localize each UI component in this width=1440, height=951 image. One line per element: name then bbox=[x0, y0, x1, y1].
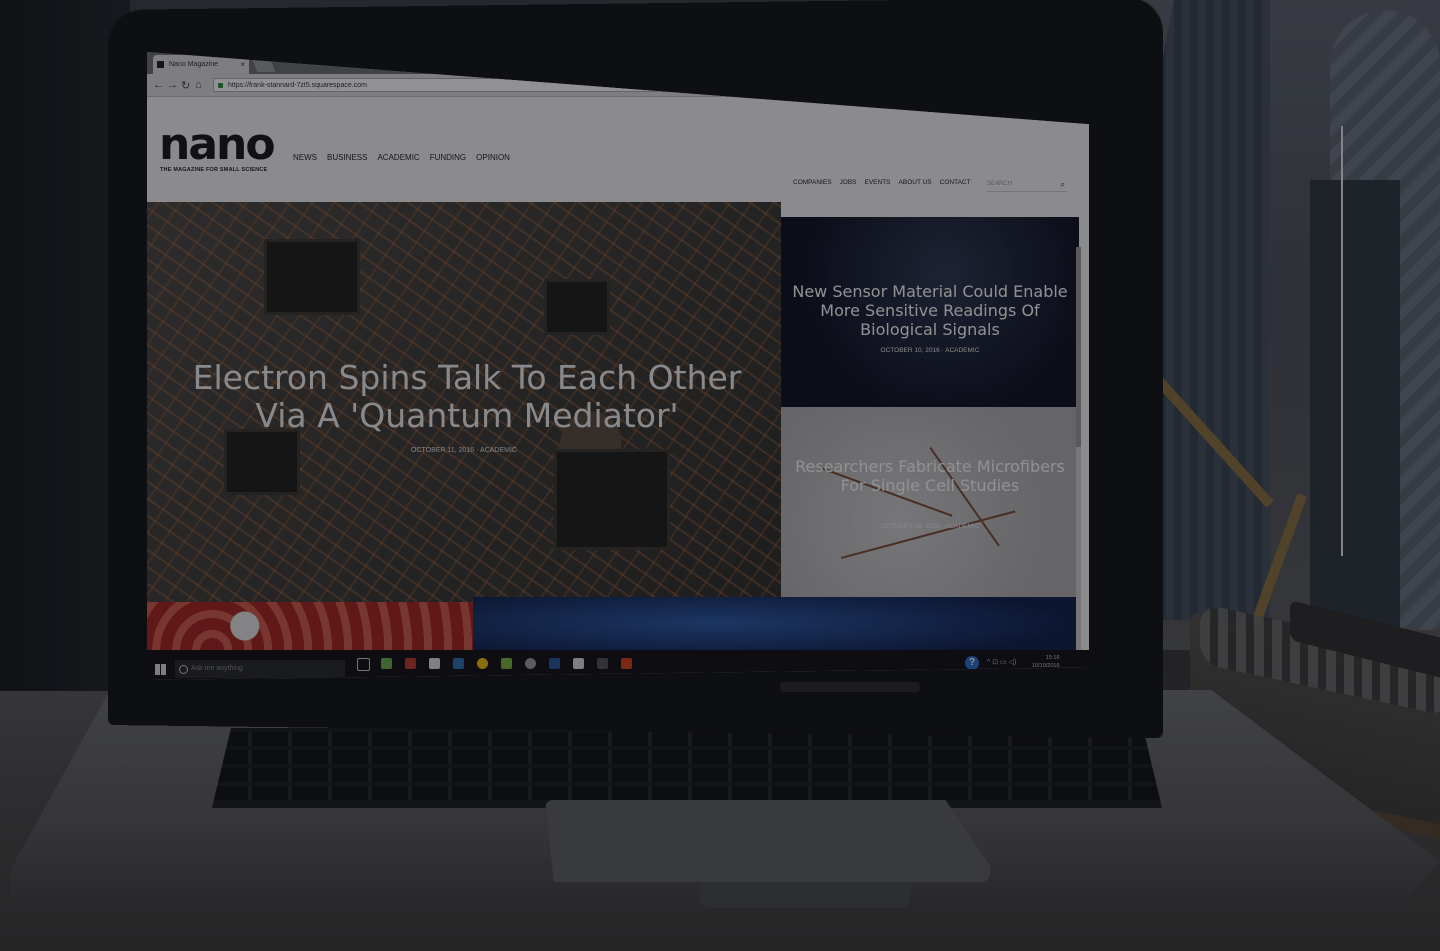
hero-title[interactable]: Electron Spins Talk To Each Other Via A … bbox=[187, 359, 747, 435]
main-nav: NEWS BUSINESS ACADEMIC FUNDING OPINION bbox=[293, 153, 510, 162]
site-tagline: THE MAGAZINE FOR SMALL SCIENCE bbox=[160, 167, 268, 173]
article-category[interactable]: ACADEMIC bbox=[945, 347, 979, 354]
photos-icon[interactable] bbox=[573, 658, 584, 669]
windows-start-icon[interactable] bbox=[155, 664, 166, 675]
nav-opinion[interactable]: OPINION bbox=[476, 153, 510, 162]
back-icon[interactable]: ← bbox=[153, 79, 164, 91]
task-view-icon[interactable] bbox=[357, 658, 370, 671]
app-icon[interactable] bbox=[405, 658, 416, 669]
nav-jobs[interactable]: JOBS bbox=[840, 179, 857, 186]
trackpad bbox=[545, 800, 990, 882]
home-icon[interactable]: ⌂ bbox=[195, 79, 202, 91]
taskbar-search-input[interactable]: Ask me anything bbox=[175, 660, 345, 678]
laptop-screen: Nano Magazine × ← → ↻ ⌂ https://frank-st… bbox=[147, 52, 1089, 680]
help-icon[interactable]: ? bbox=[965, 656, 979, 670]
nav-companies[interactable]: COMPANIES bbox=[793, 179, 832, 186]
nav-news[interactable]: NEWS bbox=[293, 153, 317, 162]
meta-separator: · bbox=[476, 447, 479, 454]
favicon-icon bbox=[157, 61, 164, 68]
circuit-chip bbox=[557, 452, 667, 547]
circuit-chip bbox=[547, 282, 607, 332]
nav-events[interactable]: EVENTS bbox=[865, 179, 891, 186]
scrollbar-thumb[interactable] bbox=[1076, 247, 1081, 447]
new-tab-button[interactable] bbox=[252, 60, 276, 72]
nav-about-us[interactable]: ABOUT US bbox=[899, 179, 932, 186]
nav-funding[interactable]: FUNDING bbox=[430, 153, 466, 162]
word-icon[interactable] bbox=[549, 658, 560, 669]
article-category[interactable]: ACADEMIC bbox=[945, 523, 979, 530]
article-card[interactable]: Researchers Fabricate Microfibers For Si… bbox=[781, 407, 1079, 597]
site-logo[interactable]: nano bbox=[159, 123, 276, 167]
page-scrollbar[interactable] bbox=[1076, 247, 1081, 680]
acrobat-icon[interactable] bbox=[621, 658, 632, 669]
app-icon[interactable] bbox=[597, 658, 608, 669]
url-text: https://frank-stannard-7zt5.squarespace.… bbox=[228, 82, 367, 89]
system-tray[interactable]: ^ ⊡ ▭ ◁) bbox=[987, 658, 1016, 666]
article-card[interactable]: New Sensor Material Could Enable More Se… bbox=[781, 217, 1079, 407]
laptop-hinge bbox=[780, 682, 920, 692]
website: nano THE MAGAZINE FOR SMALL SCIENCE NEWS… bbox=[147, 97, 1089, 680]
circuit-chip bbox=[267, 242, 357, 312]
search-input[interactable]: SEARCH ⌕ bbox=[987, 180, 1067, 192]
notepad-icon[interactable] bbox=[429, 658, 440, 669]
clock-time: 15:16 bbox=[1045, 655, 1060, 661]
article-date: OCTOBER 10, 2016 bbox=[880, 347, 940, 354]
chrome-icon[interactable] bbox=[477, 658, 488, 669]
skyscraper bbox=[1150, 0, 1270, 620]
article-title[interactable]: New Sensor Material Could Enable More Se… bbox=[781, 282, 1079, 339]
reload-icon[interactable]: ↻ bbox=[181, 79, 190, 92]
browser-icon[interactable] bbox=[525, 658, 536, 669]
search-icon[interactable]: ⌕ bbox=[1061, 180, 1065, 190]
nav-contact[interactable]: CONTACT bbox=[940, 179, 971, 186]
secondary-nav: COMPANIES JOBS EVENTS ABOUT US CONTACT bbox=[793, 179, 971, 186]
keyboard bbox=[212, 728, 1162, 808]
article-meta: OCTOBER 10, 2016 · ACADEMIC bbox=[781, 347, 1079, 354]
hero-meta: OCTOBER 11, 2016 · ACADEMIC bbox=[147, 447, 781, 454]
hero-article[interactable]: Electron Spins Talk To Each Other Via A … bbox=[147, 202, 781, 602]
vertical-divider-line bbox=[1341, 126, 1343, 556]
search-placeholder: SEARCH bbox=[987, 181, 1013, 187]
lock-icon bbox=[218, 83, 223, 88]
meta-separator: · bbox=[941, 347, 944, 354]
cortana-icon bbox=[179, 665, 188, 674]
tab-title: Nano Magazine bbox=[169, 61, 219, 68]
forward-icon[interactable]: → bbox=[167, 79, 178, 91]
taskbar-clock[interactable]: 15:16 10/10/2016 bbox=[1032, 654, 1060, 670]
hero-date: OCTOBER 11, 2016 bbox=[411, 447, 475, 454]
photoshop-icon[interactable] bbox=[453, 658, 464, 669]
taskbar-search-placeholder: Ask me anything bbox=[191, 665, 243, 672]
article-date: OCTOBER 06, 2016 bbox=[880, 523, 940, 530]
file-explorer-icon[interactable] bbox=[381, 658, 392, 669]
circuit-chip bbox=[227, 432, 297, 492]
meta-separator: · bbox=[941, 523, 944, 530]
nav-academic[interactable]: ACADEMIC bbox=[377, 153, 419, 162]
office-building bbox=[1310, 180, 1400, 640]
article-title[interactable]: Researchers Fabricate Microfibers For Si… bbox=[781, 457, 1079, 495]
hero-category[interactable]: ACADEMIC bbox=[480, 447, 517, 454]
dreamweaver-icon[interactable] bbox=[501, 658, 512, 669]
laptop-front-lip bbox=[700, 882, 910, 908]
nav-business[interactable]: BUSINESS bbox=[327, 153, 367, 162]
article-meta: OCTOBER 06, 2016 · ACADEMIC bbox=[781, 523, 1079, 530]
